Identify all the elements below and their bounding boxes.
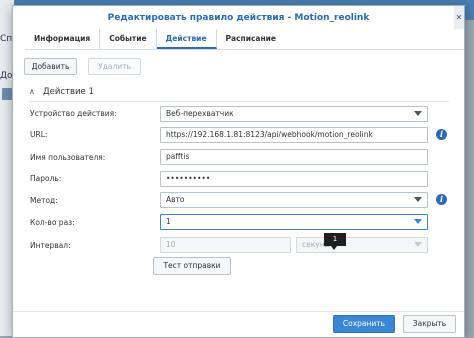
password-input[interactable]: •••••••••• bbox=[160, 171, 428, 187]
close-button[interactable]: Закрыть bbox=[403, 315, 456, 333]
chevron-down-icon bbox=[414, 197, 422, 202]
dialog-title-bar: Редактировать правило действия - Motion_… bbox=[13, 6, 464, 29]
username-value: pafftis bbox=[166, 152, 190, 161]
times-value: 1 bbox=[166, 217, 171, 226]
add-button[interactable]: Добавить bbox=[24, 58, 77, 75]
calendar-icon bbox=[2, 88, 12, 100]
section-title: Действие 1 bbox=[43, 87, 94, 97]
username-label: Имя пользователя: bbox=[30, 153, 106, 162]
device-value: Веб-перехватчик bbox=[166, 109, 234, 118]
method-label: Метод: bbox=[30, 196, 58, 205]
delete-button[interactable]: Удалить bbox=[88, 58, 141, 75]
test-send-button[interactable]: Тест отправки bbox=[153, 257, 231, 275]
tab-info[interactable]: Информация bbox=[25, 29, 101, 49]
tab-schedule[interactable]: Расписание bbox=[217, 29, 285, 49]
tab-bar: Информация Событие Действие Расписание bbox=[25, 29, 285, 49]
background-text: До bbox=[0, 71, 13, 81]
password-value: •••••••••• bbox=[166, 174, 211, 183]
close-icon[interactable]: ✕ bbox=[454, 6, 464, 29]
interval-input[interactable]: 10 bbox=[160, 237, 291, 253]
method-value: Авто bbox=[166, 195, 185, 204]
interval-label: Интервал: bbox=[30, 241, 71, 250]
times-select[interactable]: 1 bbox=[160, 214, 428, 230]
info-icon[interactable]: i bbox=[436, 129, 447, 140]
footer-divider bbox=[13, 311, 464, 312]
chevron-down-icon bbox=[414, 111, 422, 116]
device-select[interactable]: Веб-перехватчик bbox=[160, 106, 428, 122]
password-label: Пароль: bbox=[30, 174, 62, 183]
save-button[interactable]: Сохранить bbox=[333, 315, 395, 333]
url-input[interactable]: https://192.168.1.81:8123/api/webhook/mo… bbox=[160, 127, 428, 143]
tab-action[interactable]: Действие bbox=[156, 29, 217, 49]
method-select[interactable]: Авто bbox=[160, 192, 428, 208]
chevron-up-icon: ∧ bbox=[29, 87, 35, 96]
action-section-header[interactable]: ∧ Действие 1 bbox=[29, 83, 449, 102]
edit-action-rule-dialog: Редактировать правило действия - Motion_… bbox=[12, 5, 465, 338]
tab-divider bbox=[25, 49, 464, 50]
chevron-down-icon bbox=[414, 219, 422, 224]
username-input[interactable]: pafftis bbox=[160, 149, 428, 165]
url-label: URL: bbox=[30, 130, 48, 139]
tab-event[interactable]: Событие bbox=[100, 29, 157, 49]
dialog-title: Редактировать правило действия - Motion_… bbox=[107, 13, 370, 23]
times-label: Кол-во раз: bbox=[30, 218, 75, 227]
info-icon[interactable]: i bbox=[436, 194, 447, 205]
tooltip: 1 bbox=[324, 233, 346, 250]
chevron-down-icon bbox=[414, 242, 422, 247]
interval-unit-select[interactable]: секунд bbox=[296, 237, 428, 253]
interval-value: 10 bbox=[166, 240, 176, 249]
url-value: https://192.168.1.81:8123/api/webhook/mo… bbox=[166, 130, 373, 139]
device-label: Устройство действия: bbox=[30, 109, 117, 118]
